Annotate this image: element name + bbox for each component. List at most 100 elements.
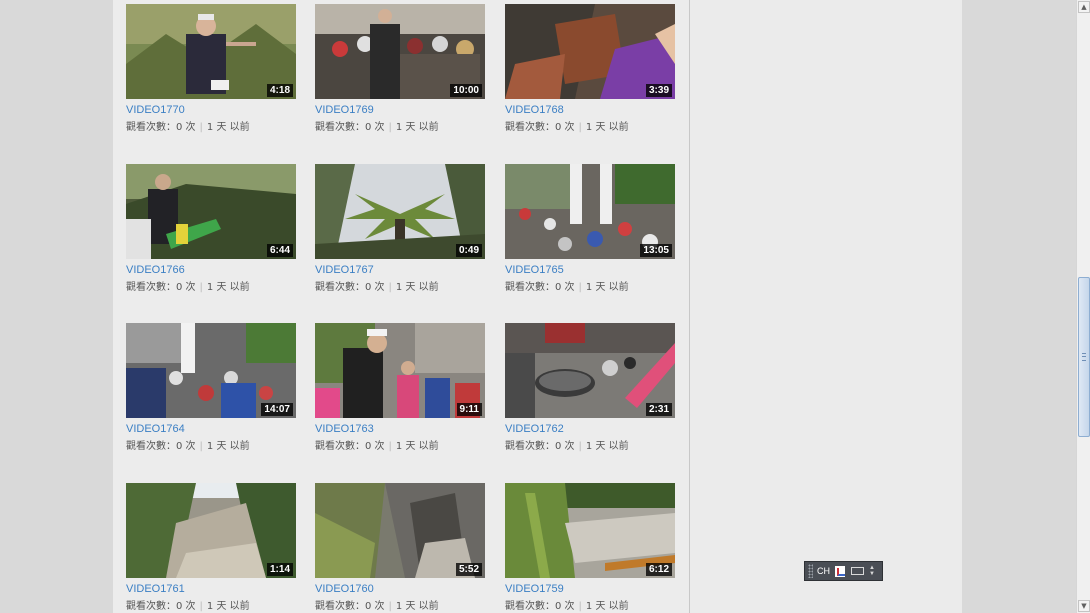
upload-age: 1 天 以前: [585, 601, 629, 612]
view-count: 觀看次數：0 次: [126, 282, 196, 293]
view-count: 觀看次數：0 次: [315, 441, 385, 452]
video-title-link[interactable]: VIDEO1763: [315, 423, 485, 436]
video-card: 4:18 VIDEO1770 觀看次數：0 次 | 1 天 以前: [126, 4, 296, 135]
video-duration: 6:12: [645, 563, 672, 576]
video-thumbnail[interactable]: 0:49: [315, 164, 485, 259]
video-duration: 2:31: [645, 403, 672, 416]
video-thumbnail[interactable]: 6:44: [126, 164, 296, 259]
meta-separator: |: [388, 441, 392, 452]
meta-separator: |: [199, 282, 203, 293]
scroll-down-button[interactable]: ▼: [1078, 600, 1090, 612]
video-card: 6:12 VIDEO1759 觀看次數：0 次 | 1 天 以前: [505, 483, 675, 613]
view-count: 觀看次數：0 次: [126, 441, 196, 452]
view-count: 觀看次數：0 次: [505, 282, 575, 293]
view-count: 觀看次數：0 次: [315, 601, 385, 612]
video-title-link[interactable]: VIDEO1767: [315, 264, 485, 277]
video-thumbnail[interactable]: 14:07: [126, 323, 296, 418]
video-duration: 6:44: [266, 244, 293, 257]
video-title-link[interactable]: VIDEO1760: [315, 583, 485, 596]
video-meta: 觀看次數：0 次 | 1 天 以前: [505, 281, 675, 295]
meta-separator: |: [388, 282, 392, 293]
upload-age: 1 天 以前: [395, 601, 439, 612]
scrollbar-thumb[interactable]: [1078, 277, 1090, 437]
video-title-link[interactable]: VIDEO1766: [126, 264, 296, 277]
language-bar[interactable]: CH ▲ ▼: [804, 561, 883, 581]
view-count: 觀看次數：0 次: [126, 122, 196, 133]
browser-page: 4:18 VIDEO1770 觀看次數：0 次 | 1 天 以前 10:00 V…: [0, 0, 1090, 613]
video-duration: 10:00: [450, 84, 482, 97]
video-thumbnail[interactable]: 2:31: [505, 323, 675, 418]
video-title-link[interactable]: VIDEO1765: [505, 264, 675, 277]
meta-separator: |: [578, 601, 582, 612]
drag-grip-icon[interactable]: [808, 564, 813, 578]
video-duration: 0:49: [455, 244, 482, 257]
view-count: 觀看次數：0 次: [505, 122, 575, 133]
video-thumbnail[interactable]: 10:00: [315, 4, 485, 99]
video-thumbnail[interactable]: 5:52: [315, 483, 485, 578]
upload-age: 1 天 以前: [585, 282, 629, 293]
upload-age: 1 天 以前: [585, 441, 629, 452]
view-count: 觀看次數：0 次: [315, 122, 385, 133]
video-thumbnail[interactable]: 3:39: [505, 4, 675, 99]
meta-separator: |: [578, 282, 582, 293]
video-meta: 觀看次數：0 次 | 1 天 以前: [315, 121, 485, 135]
video-title-link[interactable]: VIDEO1768: [505, 104, 675, 117]
vertical-scrollbar[interactable]: ▲ ▼: [1076, 0, 1090, 613]
video-title-link[interactable]: VIDEO1762: [505, 423, 675, 436]
video-meta: 觀看次數：0 次 | 1 天 以前: [315, 281, 485, 295]
video-thumbnail[interactable]: 13:05: [505, 164, 675, 259]
video-card: 2:31 VIDEO1762 觀看次數：0 次 | 1 天 以前: [505, 323, 675, 454]
video-thumbnail[interactable]: 6:12: [505, 483, 675, 578]
video-meta: 觀看次數：0 次 | 1 天 以前: [315, 440, 485, 454]
video-card: 10:00 VIDEO1769 觀看次數：0 次 | 1 天 以前: [315, 4, 485, 135]
video-meta: 觀看次數：0 次 | 1 天 以前: [505, 600, 675, 613]
video-card: 13:05 VIDEO1765 觀看次數：0 次 | 1 天 以前: [505, 164, 675, 295]
video-card: 1:14 VIDEO1761 觀看次數：0 次 | 1 天 以前: [126, 483, 296, 613]
upload-age: 1 天 以前: [395, 441, 439, 452]
options-arrow-icon[interactable]: ▲ ▼: [869, 565, 875, 577]
grip-icon: [1082, 353, 1086, 361]
meta-separator: |: [578, 122, 582, 133]
ime-icon[interactable]: [835, 565, 845, 577]
video-thumbnail[interactable]: 4:18: [126, 4, 296, 99]
sidebar-panel: [690, 0, 962, 613]
upload-age: 1 天 以前: [206, 441, 250, 452]
video-title-link[interactable]: VIDEO1769: [315, 104, 485, 117]
video-duration: 4:18: [266, 84, 293, 97]
video-meta: 觀看次數：0 次 | 1 天 以前: [505, 440, 675, 454]
video-meta: 觀看次數：0 次 | 1 天 以前: [126, 440, 296, 454]
meta-separator: |: [199, 601, 203, 612]
video-title-link[interactable]: VIDEO1759: [505, 583, 675, 596]
meta-separator: |: [388, 601, 392, 612]
video-title-link[interactable]: VIDEO1770: [126, 104, 296, 117]
video-list-panel: 4:18 VIDEO1770 觀看次數：0 次 | 1 天 以前 10:00 V…: [113, 0, 690, 613]
video-card: 5:52 VIDEO1760 觀看次數：0 次 | 1 天 以前: [315, 483, 485, 613]
video-title-link[interactable]: VIDEO1764: [126, 423, 296, 436]
video-duration: 13:05: [640, 244, 672, 257]
video-card: 14:07 VIDEO1764 觀看次數：0 次 | 1 天 以前: [126, 323, 296, 454]
video-meta: 觀看次數：0 次 | 1 天 以前: [126, 281, 296, 295]
video-meta: 觀看次數：0 次 | 1 天 以前: [505, 121, 675, 135]
keyboard-icon[interactable]: [851, 567, 864, 575]
video-thumbnail[interactable]: 9:11: [315, 323, 485, 418]
upload-age: 1 天 以前: [395, 282, 439, 293]
meta-separator: |: [388, 122, 392, 133]
video-duration: 1:14: [266, 563, 293, 576]
video-thumbnail[interactable]: 1:14: [126, 483, 296, 578]
meta-separator: |: [578, 441, 582, 452]
language-indicator[interactable]: CH: [817, 566, 830, 576]
meta-separator: |: [199, 441, 203, 452]
upload-age: 1 天 以前: [206, 601, 250, 612]
video-title-link[interactable]: VIDEO1761: [126, 583, 296, 596]
upload-age: 1 天 以前: [585, 122, 629, 133]
view-count: 觀看次數：0 次: [315, 282, 385, 293]
video-card: 3:39 VIDEO1768 觀看次數：0 次 | 1 天 以前: [505, 4, 675, 135]
video-meta: 觀看次數：0 次 | 1 天 以前: [315, 600, 485, 613]
scroll-up-button[interactable]: ▲: [1078, 1, 1090, 13]
upload-age: 1 天 以前: [206, 282, 250, 293]
meta-separator: |: [199, 122, 203, 133]
view-count: 觀看次數：0 次: [505, 441, 575, 452]
view-count: 觀看次數：0 次: [126, 601, 196, 612]
view-count: 觀看次數：0 次: [505, 601, 575, 612]
video-duration: 9:11: [456, 403, 482, 416]
